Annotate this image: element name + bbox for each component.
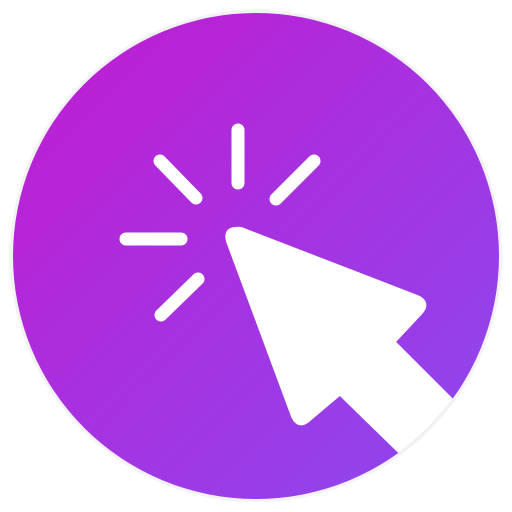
click-cursor-icon <box>10 10 502 502</box>
app-icon-canvas <box>0 0 512 512</box>
